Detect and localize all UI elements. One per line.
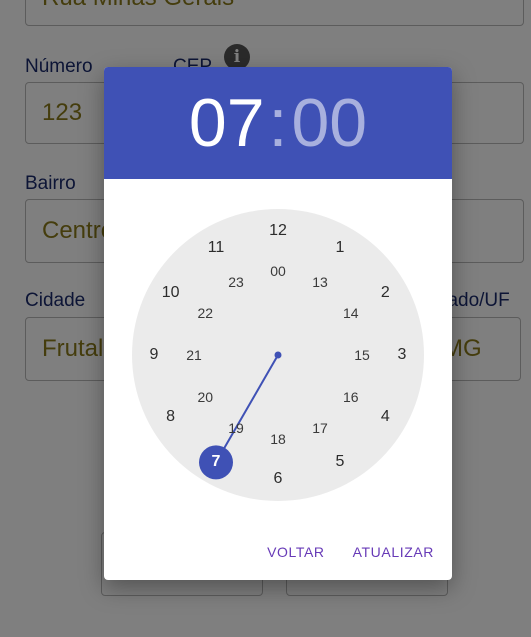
clock-number[interactable]: 8 [166,408,175,426]
clock-face[interactable]: 12 1 2 3 4 5 6 7 8 9 10 11 00 13 14 15 16 17 18 19 20 21 22 23 [132,209,424,501]
clock-number[interactable]: 12 [269,222,287,240]
minute-display[interactable]: 00 [291,89,367,157]
clock-number[interactable]: 23 [228,274,244,290]
clock-number[interactable]: 16 [343,389,359,405]
clock-hand-line [215,354,279,463]
clock-number[interactable]: 15 [354,347,370,363]
time-separator: : [268,85,288,161]
clock-number[interactable]: 21 [186,347,202,363]
clock-number[interactable]: 13 [312,274,328,290]
time-picker-dialog: 07 : 00 12 1 2 3 4 5 6 7 8 9 10 11 00 13 14 15 16 17 18 19 2… [104,67,452,580]
time-display: 07 : 00 [104,67,452,179]
clock-number[interactable]: 7 [212,453,221,471]
clock-number[interactable]: 5 [336,453,345,471]
clock-number[interactable]: 2 [381,284,390,302]
clock-number[interactable]: 11 [208,239,225,257]
dialog-actions: VOLTAR ATUALIZAR [267,544,434,560]
clock-number[interactable]: 4 [381,408,390,426]
clock-hand [199,351,282,480]
clock-number[interactable]: 00 [270,263,286,279]
clock-number[interactable]: 9 [150,346,159,364]
clock-number[interactable]: 22 [197,305,213,321]
clock-center-dot [274,351,282,359]
clock-number[interactable]: 10 [162,284,180,302]
clock-number[interactable]: 1 [336,239,345,257]
clock-number[interactable]: 3 [398,346,407,364]
clock-number[interactable]: 19 [228,420,244,436]
clock-number[interactable]: 6 [274,470,283,488]
clock-number[interactable]: 18 [270,431,286,447]
confirm-button[interactable]: ATUALIZAR [353,544,434,560]
hour-display[interactable]: 07 [189,89,265,157]
clock-number[interactable]: 17 [312,420,328,436]
cancel-button[interactable]: VOLTAR [267,544,325,560]
clock-number[interactable]: 20 [197,389,213,405]
clock-number[interactable]: 14 [343,305,359,321]
